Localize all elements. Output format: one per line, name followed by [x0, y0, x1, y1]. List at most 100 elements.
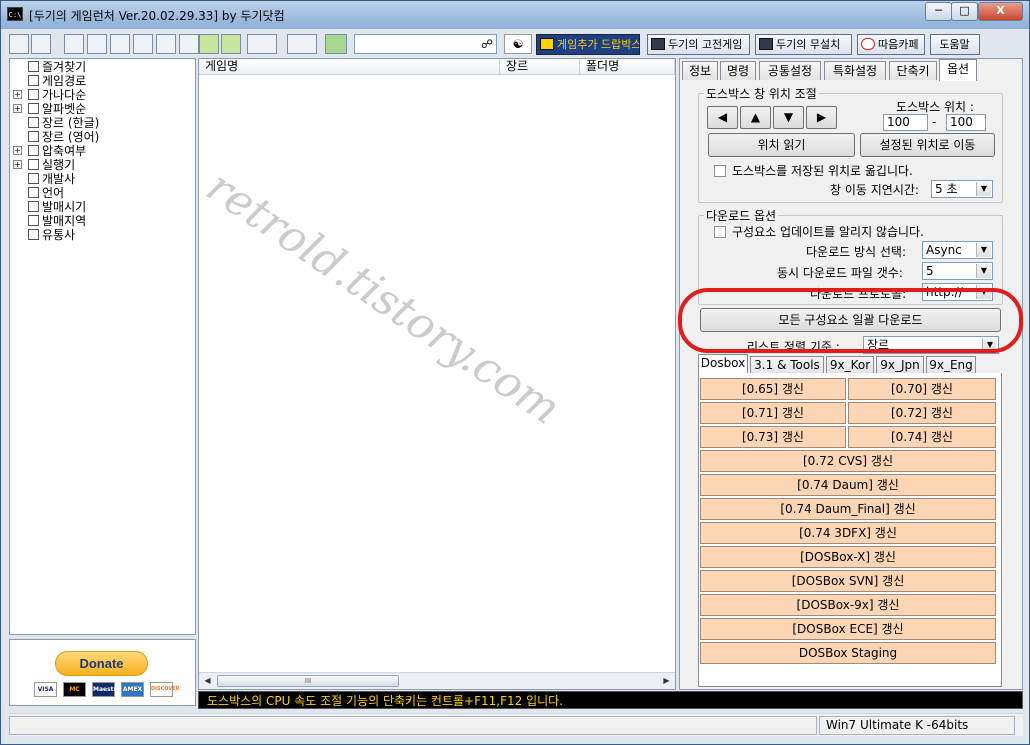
tree-item[interactable]: 발매지역: [10, 214, 195, 228]
move-delay-select[interactable]: 5 초 ▼: [931, 180, 993, 198]
sort-criteria-select[interactable]: 장르 ▼: [863, 336, 999, 354]
list-view-3-icon[interactable]: [110, 34, 130, 54]
update-button-072[interactable]: [0.72] 갱신: [848, 402, 996, 424]
expand-icon[interactable]: +: [13, 104, 22, 113]
close-button[interactable]: X: [978, 2, 1023, 21]
bulk-download-button[interactable]: 모든 구성요소 일괄 다운로드: [700, 308, 1001, 332]
checkbox-box[interactable]: [714, 165, 726, 177]
tab-info[interactable]: 정보: [682, 61, 718, 80]
tree-item[interactable]: 장르 (영어): [10, 130, 195, 144]
tree-checkbox[interactable]: [28, 117, 39, 128]
tree-checkbox[interactable]: [28, 173, 39, 184]
view-single-icon[interactable]: [9, 34, 29, 54]
tree-item[interactable]: 즐겨찾기: [10, 60, 195, 74]
concurrent-downloads-select[interactable]: 5 ▼: [922, 262, 993, 280]
update-button-065[interactable]: [0.65] 갱신: [700, 378, 846, 400]
column-header-genre[interactable]: 장르: [500, 59, 580, 75]
update-button-074-3dfx[interactable]: [0.74 3DFX] 갱신: [700, 522, 996, 544]
chevron-down-icon[interactable]: ▼: [976, 243, 991, 257]
update-button-dosbox-staging[interactable]: DOSBox Staging: [700, 642, 996, 664]
subtab-31-tools[interactable]: 3.1 & Tools: [750, 356, 824, 373]
binoculars-icon[interactable]: ☍: [481, 37, 493, 51]
update-button-070[interactable]: [0.70] 갱신: [848, 378, 996, 400]
move-up-button[interactable]: ▲: [740, 106, 771, 129]
list-view-1-icon[interactable]: [64, 34, 84, 54]
minimize-button[interactable]: ─: [925, 2, 952, 21]
search-box[interactable]: ☍: [354, 34, 497, 54]
tree-checkbox[interactable]: [28, 75, 39, 86]
tab-special-settings[interactable]: 특화설정: [824, 61, 886, 80]
list-view-6-icon[interactable]: [179, 34, 199, 54]
tree-item[interactable]: 유통사: [10, 228, 195, 242]
chevron-down-icon[interactable]: ▼: [976, 182, 991, 196]
tree-checkbox[interactable]: [28, 145, 39, 156]
dugi-portable-button[interactable]: 두기의 무설치: [755, 34, 852, 55]
download-method-select[interactable]: Async ▼: [922, 241, 993, 259]
dosbox-y-input[interactable]: 100: [946, 114, 986, 131]
save-position-checkbox[interactable]: 도스박스를 저장된 위치로 옮깁니다.: [714, 162, 913, 179]
dugi-classic-games-button[interactable]: 두기의 고전게임: [647, 34, 750, 55]
korea-flag-icon[interactable]: ☯: [504, 34, 532, 54]
expand-icon[interactable]: +: [13, 146, 22, 155]
update-button-072-cvs[interactable]: [0.72 CVS] 갱신: [700, 450, 996, 472]
update-button-074[interactable]: [0.74] 갱신: [848, 426, 996, 448]
checkbox-box[interactable]: [714, 226, 726, 238]
tree-item[interactable]: 언어: [10, 186, 195, 200]
tree-item[interactable]: + 가나다순: [10, 88, 195, 102]
scroll-thumb[interactable]: III: [217, 675, 399, 687]
subtab-9x-kor[interactable]: 9x_Kor: [826, 356, 874, 373]
setup-game-icon[interactable]: [221, 34, 241, 54]
update-button-dosbox-x[interactable]: [DOSBox-X] 갱신: [700, 546, 996, 568]
update-button-dosbox-9x[interactable]: [DOSBox-9x] 갱신: [700, 594, 996, 616]
move-right-button[interactable]: ▶: [806, 106, 837, 129]
tab-shortcut[interactable]: 단축키: [889, 61, 937, 80]
tab-options[interactable]: 옵션: [939, 59, 977, 81]
update-button-dosbox-ece[interactable]: [DOSBox ECE] 갱신: [700, 618, 996, 640]
tree-checkbox[interactable]: [28, 89, 39, 100]
scroll-right-icon[interactable]: ▶: [658, 673, 675, 689]
list-view-4-icon[interactable]: [133, 34, 153, 54]
view-split-icon[interactable]: [31, 34, 51, 54]
scroll-left-icon[interactable]: ◀: [199, 673, 216, 689]
dosbox-x-input[interactable]: 100: [883, 114, 928, 131]
update-button-074-daum[interactable]: [0.74 Daum] 갱신: [700, 474, 996, 496]
subtab-9x-eng[interactable]: 9x_Eng: [926, 356, 976, 373]
tree-item[interactable]: 장르 (한글): [10, 116, 195, 130]
column-header-folder[interactable]: 폴더명: [580, 59, 675, 75]
tab-common-settings[interactable]: 공통설정: [759, 61, 821, 80]
expand-icon[interactable]: +: [13, 160, 22, 169]
help-button[interactable]: 도움말: [930, 34, 980, 55]
chevron-down-icon[interactable]: ▼: [976, 285, 991, 299]
search-input[interactable]: [355, 35, 467, 53]
dosbox-run-icon[interactable]: [247, 34, 277, 54]
tab-command[interactable]: 명령: [720, 61, 756, 80]
move-to-saved-position-button[interactable]: 설정된 위치로 이동: [860, 133, 995, 157]
tree-checkbox[interactable]: [28, 201, 39, 212]
update-button-dosbox-svn[interactable]: [DOSBox SVN] 갱신: [700, 570, 996, 592]
tree-checkbox[interactable]: [28, 131, 39, 142]
refresh-icon[interactable]: [325, 34, 347, 54]
add-game-dropbox-button[interactable]: 게임추가 드랍박스: [536, 34, 640, 55]
tree-checkbox[interactable]: [28, 159, 39, 170]
tree-checkbox[interactable]: [28, 61, 39, 72]
subtab-dosbox[interactable]: Dosbox: [698, 354, 748, 373]
daum-cafe-button[interactable]: 따음카페: [857, 34, 925, 55]
move-left-button[interactable]: ◀: [707, 106, 738, 129]
chevron-down-icon[interactable]: ▼: [982, 338, 997, 352]
update-button-074-daum-final[interactable]: [0.74 Daum_Final] 갱신: [700, 498, 996, 520]
game-list[interactable]: 게임명 장르 폴더명 ◀ III ▶: [198, 58, 676, 690]
chevron-down-icon[interactable]: ▼: [976, 264, 991, 278]
tree-item[interactable]: 게임경로: [10, 74, 195, 88]
tree-item[interactable]: 개발사: [10, 172, 195, 186]
list-view-5-icon[interactable]: [156, 34, 176, 54]
download-protocol-select[interactable]: http://▼: [922, 283, 993, 301]
move-down-button[interactable]: ▼: [773, 106, 804, 129]
read-position-button[interactable]: 위치 읽기: [708, 133, 855, 157]
tree-checkbox[interactable]: [28, 215, 39, 226]
tree-item[interactable]: + 압축여부: [10, 144, 195, 158]
tree-item[interactable]: + 알파벳순: [10, 102, 195, 116]
update-button-073[interactable]: [0.73] 갱신: [700, 426, 846, 448]
folder-open-icon[interactable]: [287, 34, 317, 54]
tree-checkbox[interactable]: [28, 187, 39, 198]
list-view-2-icon[interactable]: [87, 34, 107, 54]
